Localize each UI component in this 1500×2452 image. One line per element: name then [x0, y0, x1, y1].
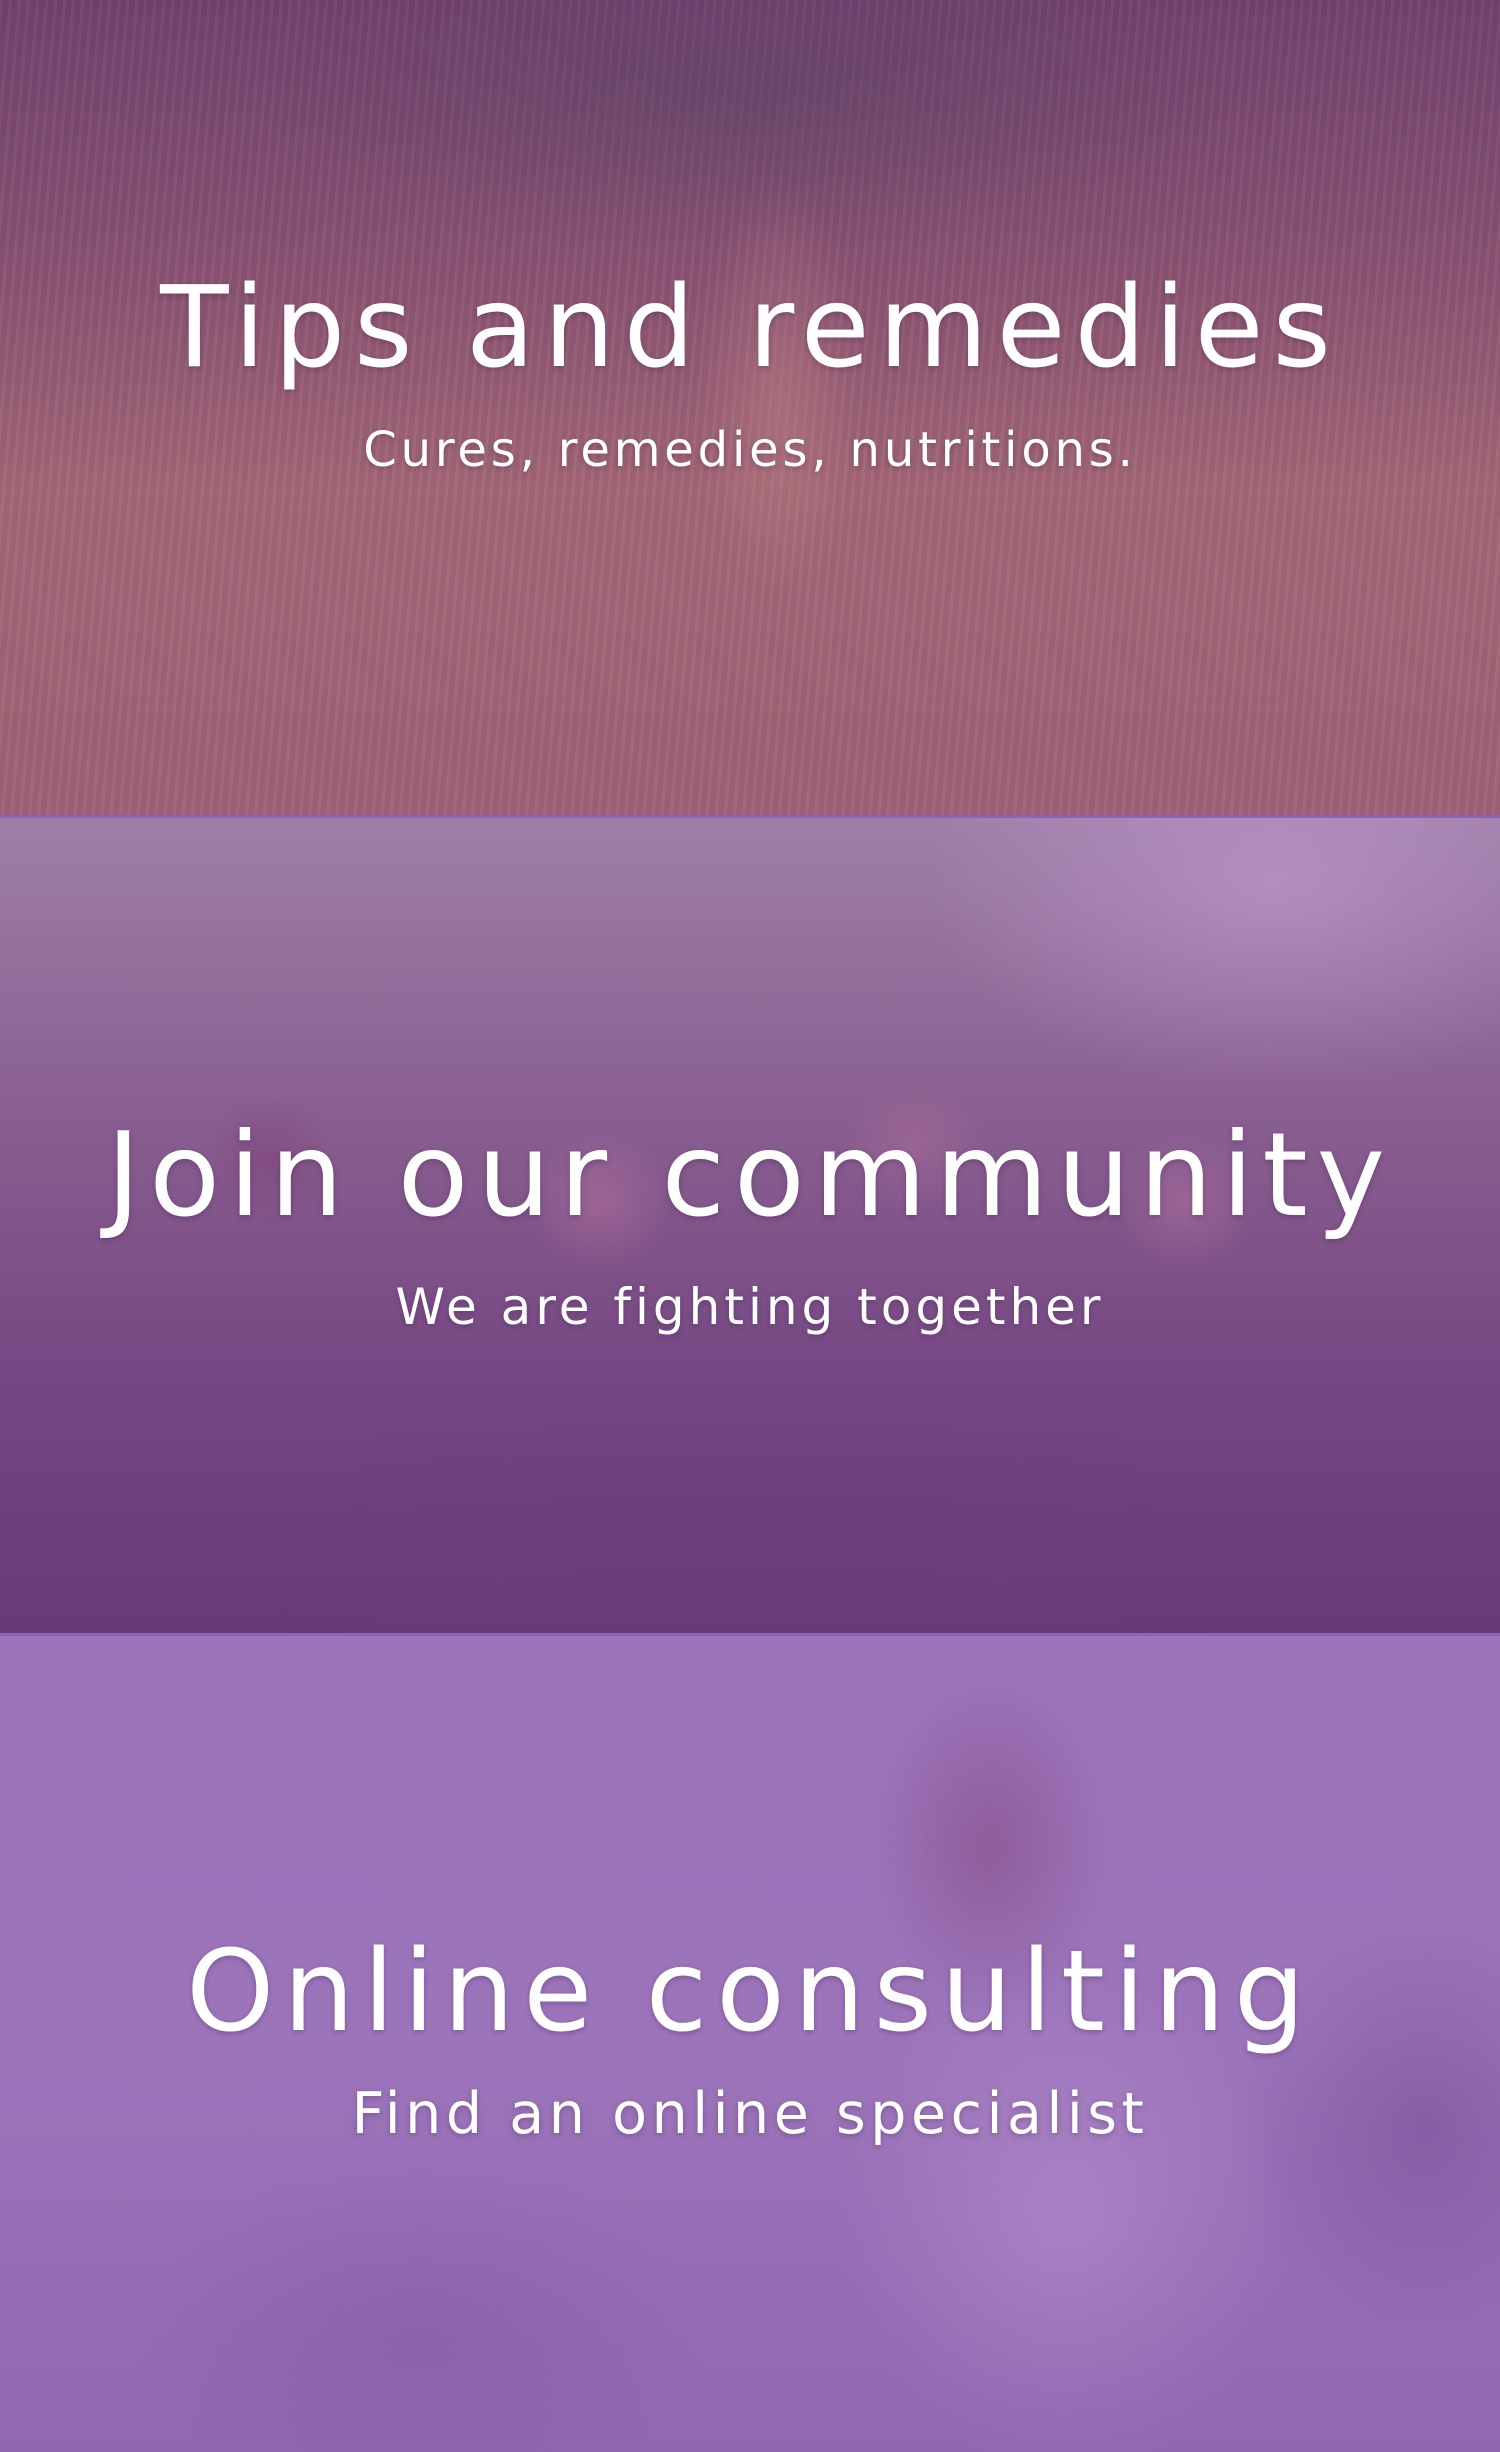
online-consulting-title: Online consulting: [186, 1927, 1314, 2057]
tips-and-remedies-card[interactable]: Tips and remedies Cures, remedies, nutri…: [0, 0, 1500, 815]
tips-and-remedies-title: Tips and remedies: [160, 263, 1340, 393]
online-consulting-subtitle: Find an online specialist: [351, 2081, 1149, 2147]
online-consulting-card[interactable]: Online consulting Find an online special…: [0, 1636, 1500, 2452]
join-community-content: Join our community We are fighting toget…: [0, 1108, 1500, 1336]
online-consulting-content: Online consulting Find an online special…: [0, 1936, 1500, 2143]
join-community-subtitle: We are fighting together: [395, 1278, 1105, 1336]
tips-and-remedies-content: Tips and remedies Cures, remedies, nutri…: [0, 272, 1500, 474]
join-community-title: Join our community: [106, 1108, 1394, 1243]
join-community-card[interactable]: Join our community We are fighting toget…: [0, 818, 1500, 1633]
tips-and-remedies-subtitle: Cures, remedies, nutritions.: [363, 422, 1137, 478]
